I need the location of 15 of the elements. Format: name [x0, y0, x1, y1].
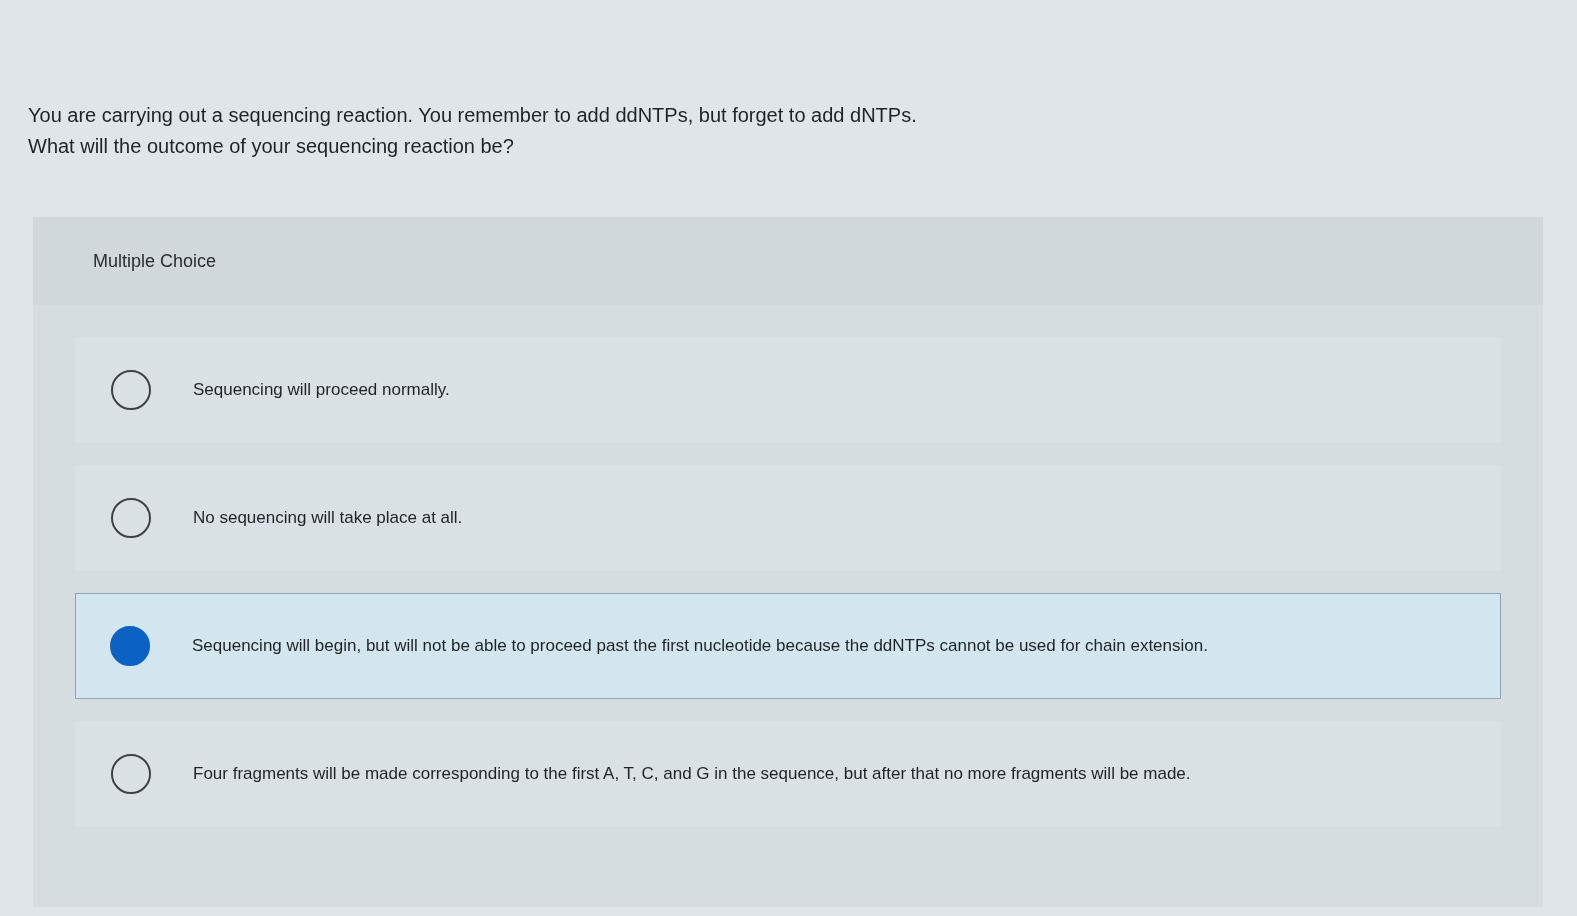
answer-option[interactable]: Four fragments will be made corresponding to the first A, T, C, and G in the sequence, but after that no more fragments will be made. — [75, 721, 1501, 827]
option-text: No sequencing will take place at all. — [193, 507, 463, 530]
option-text: Four fragments will be made corresponding to the first A, T, C, and G in the sequence, but after that no more fragments will be made. — [193, 763, 1191, 786]
radio-button[interactable] — [110, 626, 150, 666]
option-text: Sequencing will proceed normally. — [193, 379, 450, 402]
option-text: Sequencing will begin, but will not be able to proceed past the first nucleotide because the ddNTPs cannot be used for chain extension. — [192, 635, 1208, 658]
radio-button[interactable] — [111, 754, 151, 794]
question-text: What will the outcome of your sequencing reaction be? — [28, 134, 514, 159]
section-heading: Multiple Choice — [93, 249, 217, 273]
answer-option[interactable]: No sequencing will take place at all. — [75, 465, 1501, 571]
answer-option[interactable]: Sequencing will begin, but will not be able to proceed past the first nucleotide because the ddNTPs cannot be used for chain extension. — [75, 593, 1501, 699]
question-text: You are carrying out a sequencing reaction. You remember to add ddNTPs, but forget to add dNTPs. — [28, 103, 917, 128]
radio-button[interactable] — [111, 370, 151, 410]
radio-button[interactable] — [111, 498, 151, 538]
answer-option[interactable]: Sequencing will proceed normally. — [75, 337, 1501, 443]
